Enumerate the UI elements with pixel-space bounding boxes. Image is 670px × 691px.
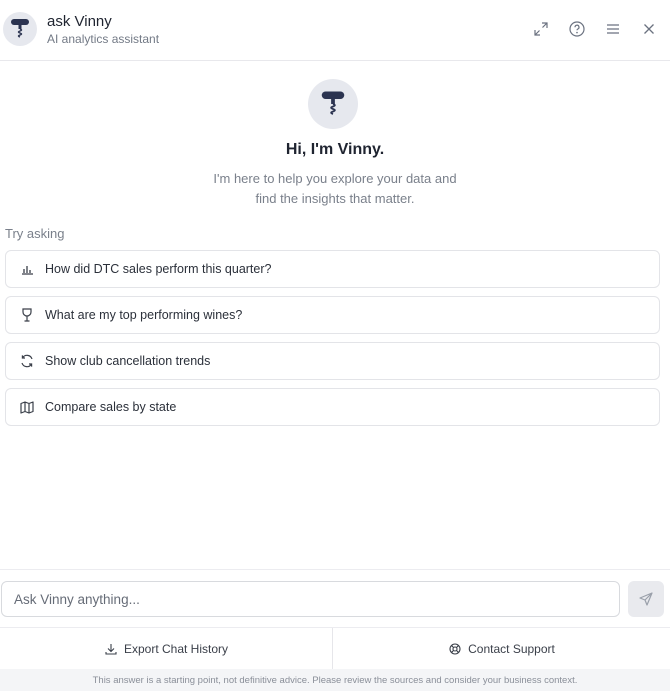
send-button[interactable] bbox=[628, 581, 664, 617]
map-icon bbox=[19, 399, 35, 415]
refresh-icon bbox=[19, 353, 35, 369]
chat-header: ask Vinny AI analytics assistant bbox=[0, 0, 670, 61]
chat-input[interactable] bbox=[1, 581, 620, 617]
contact-support-button[interactable]: Contact Support bbox=[333, 628, 670, 670]
footer-actions: Export Chat History Contact Support bbox=[0, 627, 670, 670]
suggestion-text: What are my top performing wines? bbox=[45, 308, 243, 322]
suggestion-top-wines[interactable]: What are my top performing wines? bbox=[5, 296, 660, 334]
suggestion-dtc-sales[interactable]: How did DTC sales perform this quarter? bbox=[5, 250, 660, 288]
title-block: ask Vinny AI analytics assistant bbox=[47, 13, 159, 47]
app-title: ask Vinny bbox=[47, 13, 112, 30]
download-icon bbox=[104, 642, 118, 656]
greeting-heading: Hi, I'm Vinny. bbox=[285, 141, 385, 158]
export-chat-label: Export Chat History bbox=[123, 642, 229, 656]
wine-glass-icon bbox=[19, 307, 35, 323]
suggestion-sales-by-state[interactable]: Compare sales by state bbox=[5, 388, 660, 426]
help-button[interactable] bbox=[566, 18, 588, 40]
help-icon bbox=[569, 21, 585, 37]
suggestion-text: Show club cancellation trends bbox=[45, 354, 211, 368]
suggestion-text: Compare sales by state bbox=[45, 400, 177, 414]
try-asking-label: Try asking bbox=[5, 226, 65, 241]
intro-text: I'm here to help you explore your data a… bbox=[0, 169, 670, 209]
intro-line: find the insights that matter. bbox=[255, 191, 415, 206]
corkscrew-icon bbox=[321, 91, 345, 115]
close-button[interactable] bbox=[638, 18, 660, 40]
composer bbox=[0, 569, 670, 627]
suggestion-text: How did DTC sales perform this quarter? bbox=[45, 262, 272, 276]
contact-support-label: Contact Support bbox=[468, 642, 555, 656]
menu-icon bbox=[607, 24, 619, 34]
suggestion-club-cancellations[interactable]: Show club cancellation trends bbox=[5, 342, 660, 380]
vinny-avatar bbox=[3, 12, 37, 46]
app-subtitle: AI analytics assistant bbox=[47, 32, 160, 46]
intro-line: I'm here to help you explore your data a… bbox=[213, 171, 457, 186]
close-icon bbox=[644, 24, 654, 34]
disclaimer-text: This answer is a starting point, not def… bbox=[0, 669, 670, 691]
expand-button[interactable] bbox=[530, 18, 552, 40]
hero-avatar bbox=[308, 79, 358, 129]
send-icon bbox=[639, 592, 653, 606]
bar-chart-icon bbox=[19, 261, 35, 277]
export-chat-button[interactable]: Export Chat History bbox=[0, 628, 332, 670]
expand-icon bbox=[534, 22, 548, 36]
corkscrew-icon bbox=[11, 19, 29, 38]
lifebuoy-icon bbox=[448, 642, 462, 656]
menu-button[interactable] bbox=[602, 18, 624, 40]
